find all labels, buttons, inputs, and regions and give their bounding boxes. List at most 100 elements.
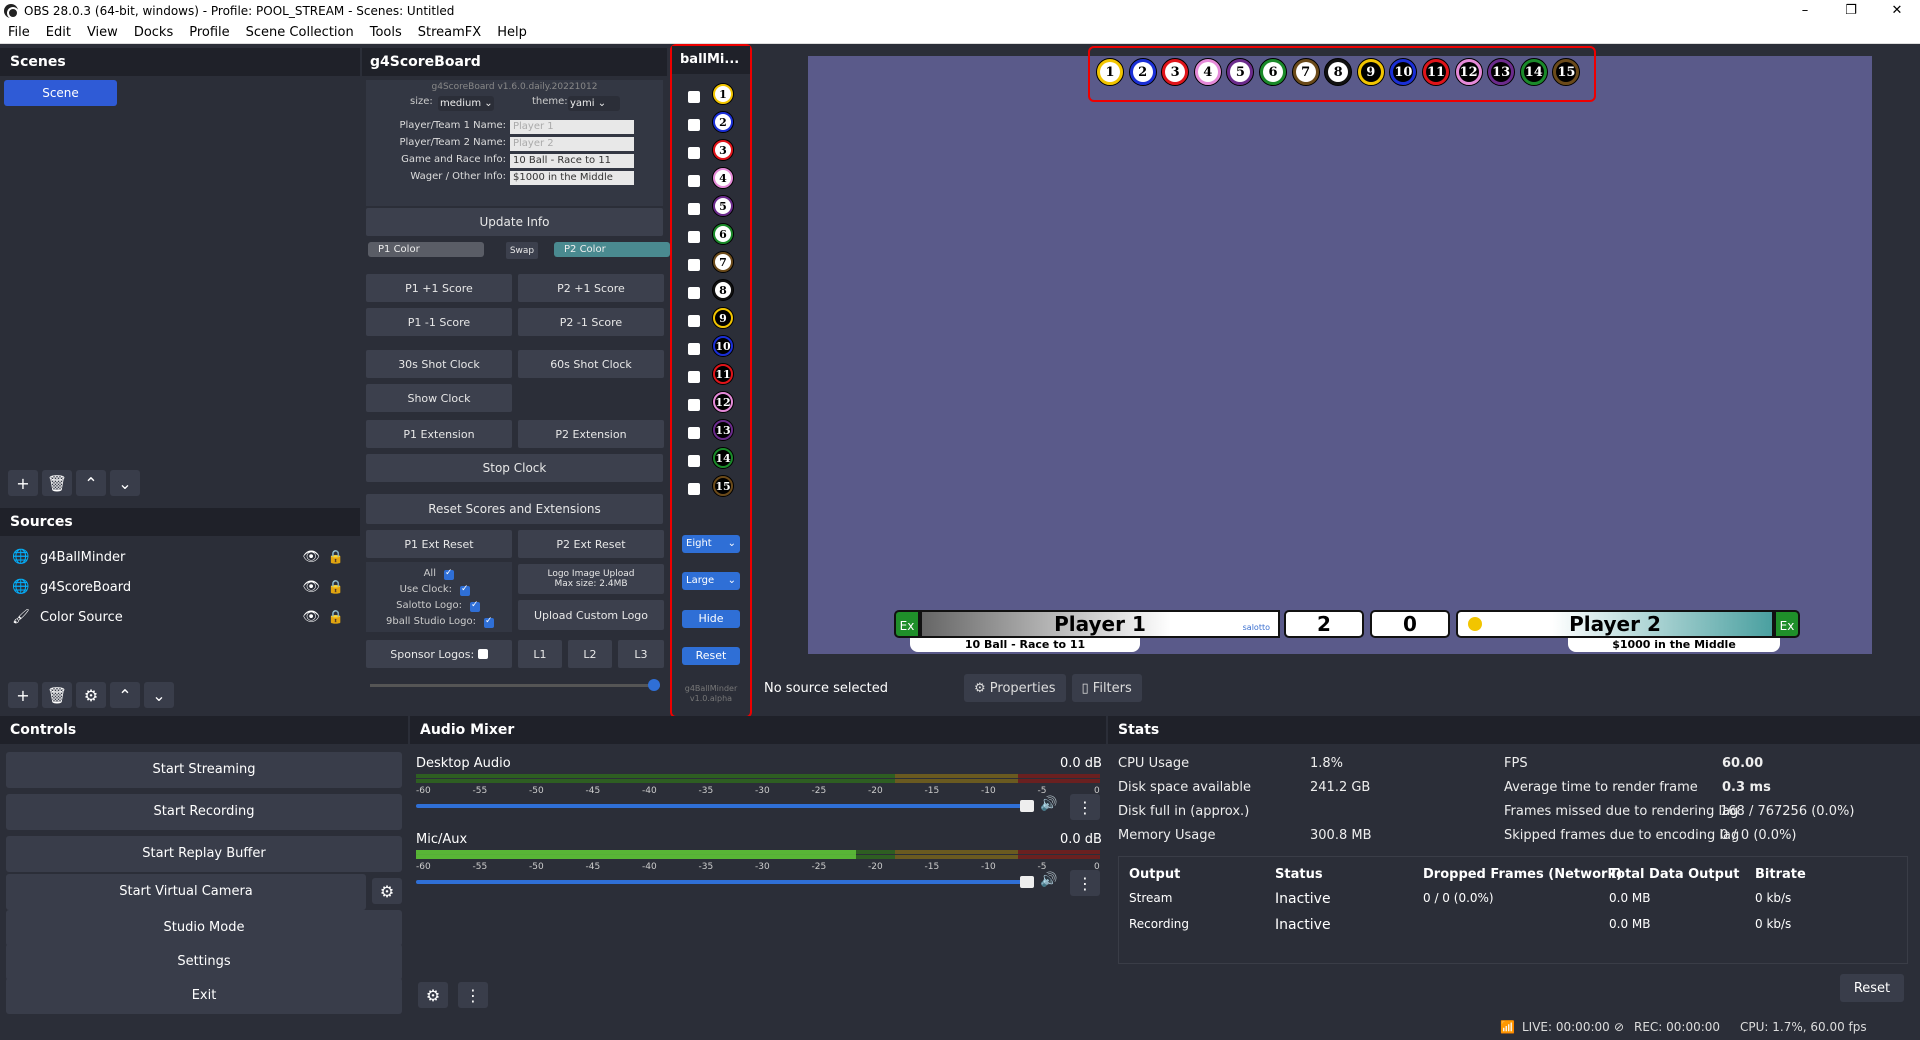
wager-input[interactable]: $1000 in the Middle <box>510 171 634 185</box>
ball-icon[interactable]: 3 <box>712 139 734 161</box>
properties-button[interactable]: ⚙ Properties <box>964 674 1066 702</box>
p1-color-select[interactable]: P1 Color <box>368 242 484 257</box>
ball-checkbox[interactable] <box>688 259 700 271</box>
ball-icon[interactable]: 12 <box>712 391 734 413</box>
channel-menu-icon[interactable]: ⋮ <box>1070 794 1100 820</box>
ball-icon[interactable]: 11 <box>712 363 734 385</box>
ball-checkbox[interactable] <box>688 483 700 495</box>
p2-ext-reset-button[interactable]: P2 Ext Reset <box>518 530 664 558</box>
channel-menu-icon[interactable]: ⋮ <box>1070 870 1100 896</box>
shot-clock-60-button[interactable]: 60s Shot Clock <box>518 350 664 378</box>
ball-icon[interactable]: 10 <box>712 335 734 357</box>
ball-checkbox[interactable] <box>688 287 700 299</box>
filters-button[interactable]: ▯ Filters <box>1071 674 1142 702</box>
show-clock-button[interactable]: Show Clock <box>366 384 512 412</box>
reset-scores-button[interactable]: Reset Scores and Extensions <box>366 494 663 524</box>
p1-ext-reset-button[interactable]: P1 Ext Reset <box>366 530 512 558</box>
start-recording-button[interactable]: Start Recording <box>6 794 402 830</box>
menu-edit[interactable]: Edit <box>38 25 79 40</box>
logo-upload-info[interactable]: Logo Image Upload Max size: 2.4MB <box>518 564 664 594</box>
logo-l3-button[interactable]: L3 <box>618 640 664 668</box>
menu-file[interactable]: File <box>0 25 38 40</box>
ball-checkbox[interactable] <box>688 427 700 439</box>
preview-canvas[interactable] <box>808 56 1872 654</box>
settings-button[interactable]: Settings <box>6 944 402 980</box>
volume-slider-handle[interactable] <box>1020 800 1034 812</box>
logo-l2-button[interactable]: L2 <box>568 640 612 668</box>
move-down-button[interactable]: ⌄ <box>110 470 140 496</box>
volume-slider[interactable] <box>416 804 1026 808</box>
source-properties-button[interactable]: ⚙ <box>76 682 106 708</box>
virtual-camera-settings-icon[interactable]: ⚙ <box>372 878 402 904</box>
update-info-button[interactable]: Update Info <box>366 208 663 236</box>
menu-help[interactable]: Help <box>489 25 535 40</box>
p2-color-select[interactable]: P2 Color <box>554 242 670 257</box>
ball-icon[interactable]: 1 <box>712 83 734 105</box>
ball-icon[interactable]: 5 <box>712 195 734 217</box>
volume-slider-handle[interactable] <box>1020 876 1034 888</box>
p2-plus-score-button[interactable]: P2 +1 Score <box>518 274 664 302</box>
p2-minus-score-button[interactable]: P2 -1 Score <box>518 308 664 336</box>
sponsor-logos-toggle[interactable]: Sponsor Logos: <box>366 640 512 668</box>
player2-input[interactable]: Player 2 <box>510 137 634 151</box>
ball-checkbox[interactable] <box>688 231 700 243</box>
p1-plus-score-button[interactable]: P1 +1 Score <box>366 274 512 302</box>
all-checkbox[interactable] <box>444 568 454 580</box>
ball-icon[interactable]: 6 <box>712 223 734 245</box>
p1-extension-button[interactable]: P1 Extension <box>366 420 512 448</box>
p1-minus-score-button[interactable]: P1 -1 Score <box>366 308 512 336</box>
upload-custom-logo-button[interactable]: Upload Custom Logo <box>518 600 664 630</box>
ball-checkbox[interactable] <box>688 399 700 411</box>
eye-icon[interactable]: 👁 <box>302 609 320 625</box>
ball-icon[interactable]: 4 <box>712 167 734 189</box>
theme-select[interactable]: yami ⌄ <box>568 96 620 111</box>
speaker-icon[interactable]: 🔊 <box>1040 796 1057 812</box>
ball-checkbox[interactable] <box>688 119 700 131</box>
scene-item[interactable]: Scene <box>4 80 117 106</box>
minimize-button[interactable]: – <box>1782 0 1828 22</box>
size-select[interactable]: medium ⌄ <box>438 96 494 111</box>
logo-l1-button[interactable]: L1 <box>518 640 562 668</box>
add-source-button[interactable]: + <box>8 682 38 708</box>
stats-reset-button[interactable]: Reset <box>1840 974 1904 1002</box>
ball-checkbox[interactable] <box>688 175 700 187</box>
p2-extension-button[interactable]: P2 Extension <box>518 420 664 448</box>
start-streaming-button[interactable]: Start Streaming <box>6 752 402 788</box>
shot-clock-30-button[interactable]: 30s Shot Clock <box>366 350 512 378</box>
ball-icon[interactable]: 15 <box>712 475 734 497</box>
ball-icon[interactable]: 7 <box>712 251 734 273</box>
player1-input[interactable]: Player 1 <box>510 120 634 134</box>
volume-slider[interactable] <box>416 880 1026 884</box>
ball-icon[interactable]: 9 <box>712 307 734 329</box>
remove-scene-button[interactable]: 🗑 <box>42 470 72 496</box>
start-virtual-camera-button[interactable]: Start Virtual Camera <box>6 874 366 910</box>
stop-clock-button[interactable]: Stop Clock <box>366 454 663 482</box>
source-item[interactable]: 🖌 Color Source 👁 🔒 <box>0 602 360 632</box>
remove-source-button[interactable]: 🗑 <box>42 682 72 708</box>
ball-checkbox[interactable] <box>688 455 700 467</box>
speaker-icon[interactable]: 🔊 <box>1040 872 1057 888</box>
move-up-button[interactable]: ⌃ <box>76 470 106 496</box>
game-type-select[interactable]: Eight ⌄ <box>682 535 740 553</box>
ball-size-select[interactable]: Large ⌄ <box>682 572 740 590</box>
mixer-advanced-settings-icon[interactable]: ⚙ <box>418 982 448 1008</box>
ball-checkbox[interactable] <box>688 315 700 327</box>
reset-button[interactable]: Reset <box>682 647 740 665</box>
ball-checkbox[interactable] <box>688 203 700 215</box>
lock-icon[interactable]: 🔒 <box>328 580 344 595</box>
mixer-menu-icon[interactable]: ⋮ <box>458 982 488 1008</box>
ball-icon[interactable]: 2 <box>712 111 734 133</box>
ball-icon[interactable]: 13 <box>712 419 734 441</box>
opacity-slider-handle[interactable] <box>648 679 660 691</box>
ball-checkbox[interactable] <box>688 147 700 159</box>
ball-checkbox[interactable] <box>688 91 700 103</box>
opacity-slider-track[interactable] <box>370 684 660 687</box>
studio-mode-button[interactable]: Studio Mode <box>6 910 402 946</box>
hide-button[interactable]: Hide <box>682 610 740 628</box>
menu-docks[interactable]: Docks <box>126 25 181 40</box>
ball-checkbox[interactable] <box>688 343 700 355</box>
nineball-logo-checkbox[interactable] <box>484 616 494 628</box>
source-item[interactable]: 🌐 g4ScoreBoard 👁 🔒 <box>0 572 360 602</box>
exit-button[interactable]: Exit <box>6 978 402 1014</box>
salotto-logo-checkbox[interactable] <box>470 600 480 612</box>
